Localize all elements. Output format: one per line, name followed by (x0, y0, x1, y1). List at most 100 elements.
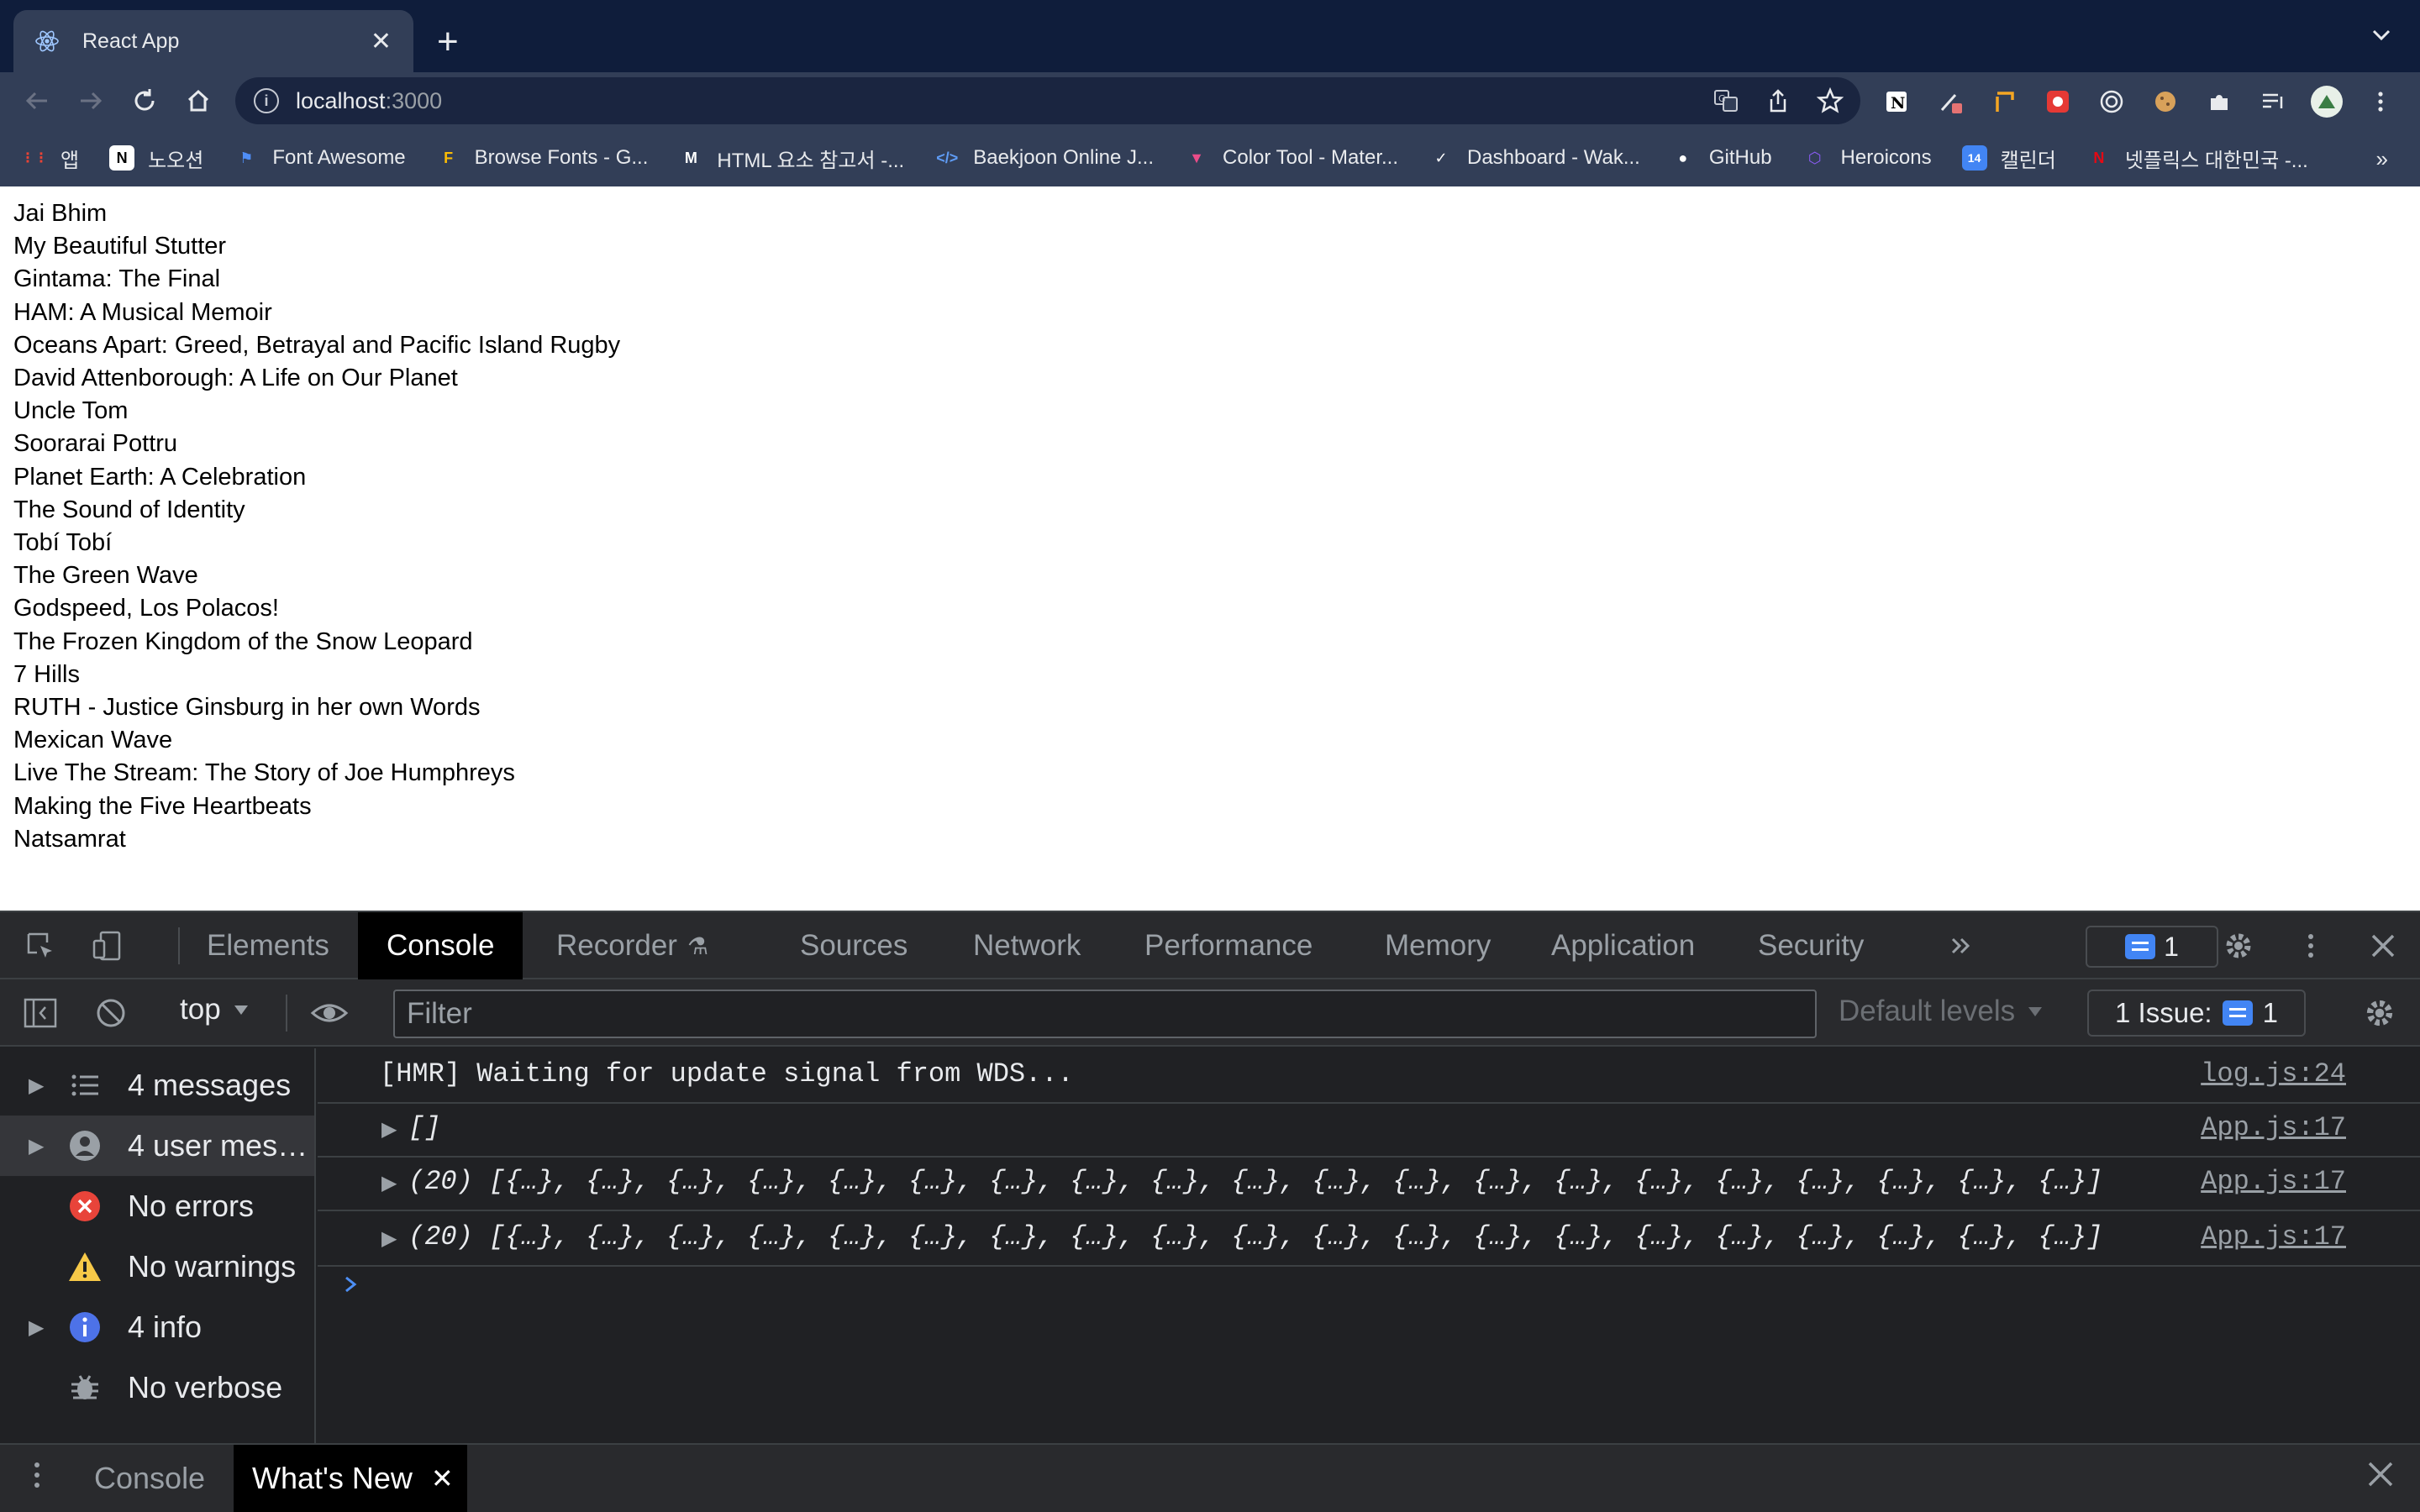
translate-icon[interactable]: G (1711, 86, 1741, 116)
console-filter-input[interactable] (393, 990, 1817, 1038)
tab-elements[interactable]: Elements (178, 912, 358, 979)
forward-arrow-icon[interactable] (71, 81, 111, 121)
live-expression-eye-icon[interactable] (306, 990, 353, 1037)
code-icon: </> (936, 149, 959, 166)
drawer-tab-console[interactable]: Console (76, 1445, 224, 1512)
devtools-menu-icon[interactable] (2287, 922, 2334, 969)
log-message: (20) [{…}, {…}, {…}, {…}, {…}, {…}, {…},… (408, 1221, 2103, 1252)
log-source-link[interactable]: App.js:17 (2201, 1221, 2346, 1252)
close-devtools-icon[interactable] (2360, 922, 2407, 969)
cookie-extension-icon[interactable] (2146, 82, 2185, 121)
message-icon (2222, 1000, 2253, 1026)
sidebar-item-error[interactable]: No errors (0, 1176, 314, 1236)
bookmark-star-icon[interactable] (1815, 86, 1845, 116)
bookmark-item[interactable]: ⋮⋮ 앱 (21, 144, 80, 173)
bookmark-item[interactable]: 14 캘린더 (1961, 144, 2056, 173)
bug-icon (67, 1370, 103, 1405)
url-port: :3000 (385, 87, 443, 113)
clear-console-icon[interactable] (87, 990, 134, 1037)
more-bookmarks-chevron-icon[interactable]: » (2376, 146, 2388, 172)
issues-link-button[interactable]: 1 Issue: 1 (2087, 990, 2306, 1037)
address-bar[interactable]: i localhost:3000 G (235, 77, 1860, 124)
expand-triangle-icon[interactable]: ▶ (29, 1134, 44, 1158)
red-extension-icon[interactable] (2039, 82, 2077, 121)
notion-extension-icon[interactable]: N (1877, 82, 1916, 121)
tab-memory[interactable]: Memory (1356, 912, 1519, 979)
expand-triangle-icon[interactable]: ▶ (381, 1171, 397, 1195)
tab-label: Recorder (556, 929, 677, 962)
console-log-row[interactable]: ▶ (20) [{…}, {…}, {…}, {…}, {…}, {…}, {…}… (318, 1211, 2420, 1267)
share-icon[interactable] (1763, 86, 1793, 116)
close-tab-icon[interactable]: ✕ (431, 1462, 454, 1494)
sidebar-item-info[interactable]: ▶ 4 info (0, 1297, 314, 1357)
bookmark-item[interactable]: ✓ Dashboard - Wak... (1428, 145, 1639, 171)
tab-recorder[interactable]: Recorder ⚗ (528, 912, 737, 979)
profile-avatar[interactable] (2307, 82, 2346, 121)
tab-network[interactable]: Network (944, 912, 1109, 979)
google-fonts-icon: F (444, 149, 454, 166)
tab-performance[interactable]: Performance (1116, 912, 1341, 979)
console-log-row[interactable]: [HMR] Waiting for update signal from WDS… (318, 1048, 2420, 1104)
bookmark-item[interactable]: N 넷플릭스 대한민국 -... (2086, 144, 2307, 173)
tab-sources[interactable]: Sources (771, 912, 936, 979)
puzzle-extensions-icon[interactable] (2200, 82, 2238, 121)
expand-triangle-icon[interactable]: ▶ (29, 1074, 44, 1098)
browser-tab[interactable]: React App ✕ (13, 10, 413, 72)
bookmark-item[interactable]: </> Baekjoon Online J... (934, 145, 1154, 171)
console-settings-gear-icon[interactable] (2356, 990, 2403, 1037)
issues-counter-button[interactable]: 1 (2086, 926, 2218, 968)
expand-triangle-icon[interactable]: ▶ (29, 1315, 44, 1340)
bookmark-item[interactable]: ● GitHub (1670, 145, 1771, 171)
device-toolbar-icon[interactable] (84, 922, 131, 969)
chrome-menu-icon[interactable] (2361, 82, 2400, 121)
expand-triangle-icon[interactable]: ▶ (381, 1226, 397, 1251)
reload-icon[interactable] (124, 81, 165, 121)
target-extension-icon[interactable] (2092, 82, 2131, 121)
tool-extension-icon[interactable] (1985, 82, 2023, 121)
movie-title: Planet Earth: A Celebration (13, 463, 307, 491)
sidebar-toggle-icon[interactable] (17, 990, 64, 1037)
log-levels-dropdown[interactable]: Default levels (1839, 995, 2044, 1028)
bookmark-item[interactable]: ▼ Color Tool - Mater... (1184, 145, 1398, 171)
console-log-row[interactable]: ▶ [] App.js:17 (318, 1102, 2420, 1158)
home-icon[interactable] (178, 81, 218, 121)
console-prompt-icon[interactable] (341, 1272, 361, 1303)
sidebar-item-warning[interactable]: No warnings (0, 1236, 314, 1297)
bookmark-item[interactable]: M HTML 요소 참고서 -... (678, 144, 904, 173)
context-selector[interactable]: top (180, 993, 250, 1026)
tab-search-chevron-icon[interactable] (2370, 24, 2393, 53)
settings-gear-icon[interactable] (2215, 922, 2262, 969)
site-info-icon[interactable]: i (254, 88, 279, 113)
log-source-link[interactable]: App.js:17 (2201, 1112, 2346, 1143)
inspect-element-icon[interactable] (17, 922, 64, 969)
tab-label: Elements (207, 929, 329, 962)
new-tab-button[interactable]: + (437, 18, 459, 66)
bookmark-label: 앱 (60, 149, 80, 172)
drawer-tab-whats-new[interactable]: What's New ✕ (234, 1445, 467, 1512)
tab-close-icon[interactable]: ✕ (371, 27, 392, 56)
bookmark-item[interactable]: ⚑ Font Awesome (234, 145, 405, 171)
pen-extension-icon[interactable] (1931, 82, 1970, 121)
media-queue-icon[interactable] (2254, 82, 2292, 121)
bookmark-item[interactable]: ⬡ Heroicons (1802, 145, 1932, 171)
log-source-link[interactable]: log.js:24 (2201, 1058, 2346, 1089)
tab-application[interactable]: Application (1523, 912, 1723, 979)
log-source-link[interactable]: App.js:17 (2201, 1166, 2346, 1197)
tab-security[interactable]: Security (1729, 912, 1892, 979)
drawer-menu-icon[interactable] (30, 1458, 44, 1499)
back-arrow-icon[interactable] (17, 81, 57, 121)
sidebar-item-list[interactable]: ▶ 4 messages (0, 1055, 314, 1116)
dropdown-triangle-icon (234, 1005, 248, 1015)
bookmark-item[interactable]: F Browse Fonts - G... (436, 145, 648, 171)
sidebar-item-user[interactable]: ▶ 4 user mes… (0, 1116, 314, 1176)
movie-title: Uncle Tom (13, 397, 129, 425)
movie-list: Jai Bhim My Beautiful Stutter Gintama: The… (13, 197, 620, 856)
console-log-row[interactable]: ▶ (20) [{…}, {…}, {…}, {…}, {…}, {…}, {…}… (318, 1156, 2420, 1211)
movie-title: Gintama: The Final (13, 265, 221, 293)
more-tabs-chevron-icon[interactable] (1938, 922, 1985, 969)
sidebar-item-bug[interactable]: No verbose (0, 1357, 314, 1418)
expand-triangle-icon[interactable]: ▶ (381, 1117, 397, 1142)
close-drawer-icon[interactable] (2366, 1457, 2395, 1497)
tab-console[interactable]: Console (358, 912, 523, 979)
bookmark-item[interactable]: N 노오션 (109, 144, 203, 173)
